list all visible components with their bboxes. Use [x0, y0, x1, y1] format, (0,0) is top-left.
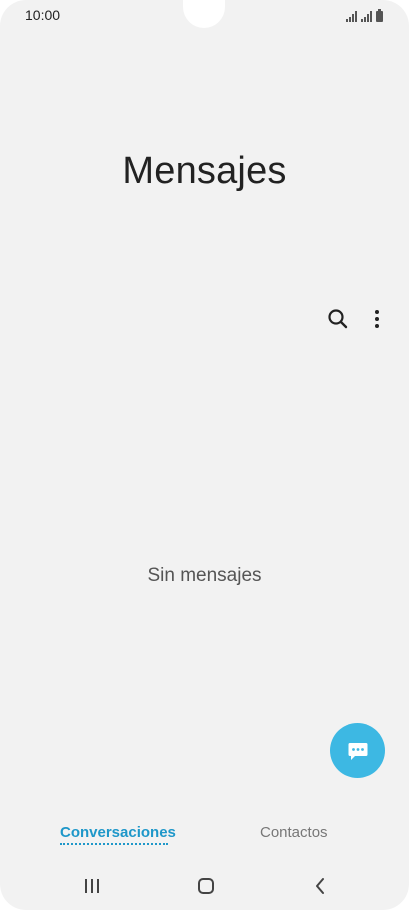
search-button[interactable] [326, 307, 350, 331]
more-options-button[interactable] [366, 307, 388, 331]
battery-icon [376, 9, 383, 22]
recents-button[interactable] [78, 874, 106, 898]
new-message-icon [348, 742, 367, 760]
home-button[interactable] [192, 874, 220, 898]
tab-selected-indicator [60, 843, 168, 845]
status-icons [346, 8, 383, 22]
page-title: Mensajes [122, 150, 287, 192]
status-bar: 10:00 [0, 0, 409, 30]
back-button[interactable] [306, 874, 334, 898]
recents-icon [85, 879, 99, 893]
home-icon [198, 878, 214, 894]
signal-icon [346, 11, 357, 22]
signal-icon [361, 11, 372, 22]
more-vertical-icon [375, 310, 379, 328]
new-message-button[interactable] [330, 723, 385, 778]
camera-notch [183, 0, 225, 28]
empty-state-text: Sin mensajes [147, 565, 262, 586]
tab-conversaciones[interactable]: Conversaciones [60, 824, 176, 841]
tab-contactos[interactable]: Contactos [260, 824, 328, 841]
back-icon [316, 878, 324, 894]
phone-screen: 10:00 Mensajes Sin mensajes Conversacion… [0, 0, 409, 910]
status-time: 10:00 [25, 7, 61, 23]
search-icon [328, 309, 348, 329]
